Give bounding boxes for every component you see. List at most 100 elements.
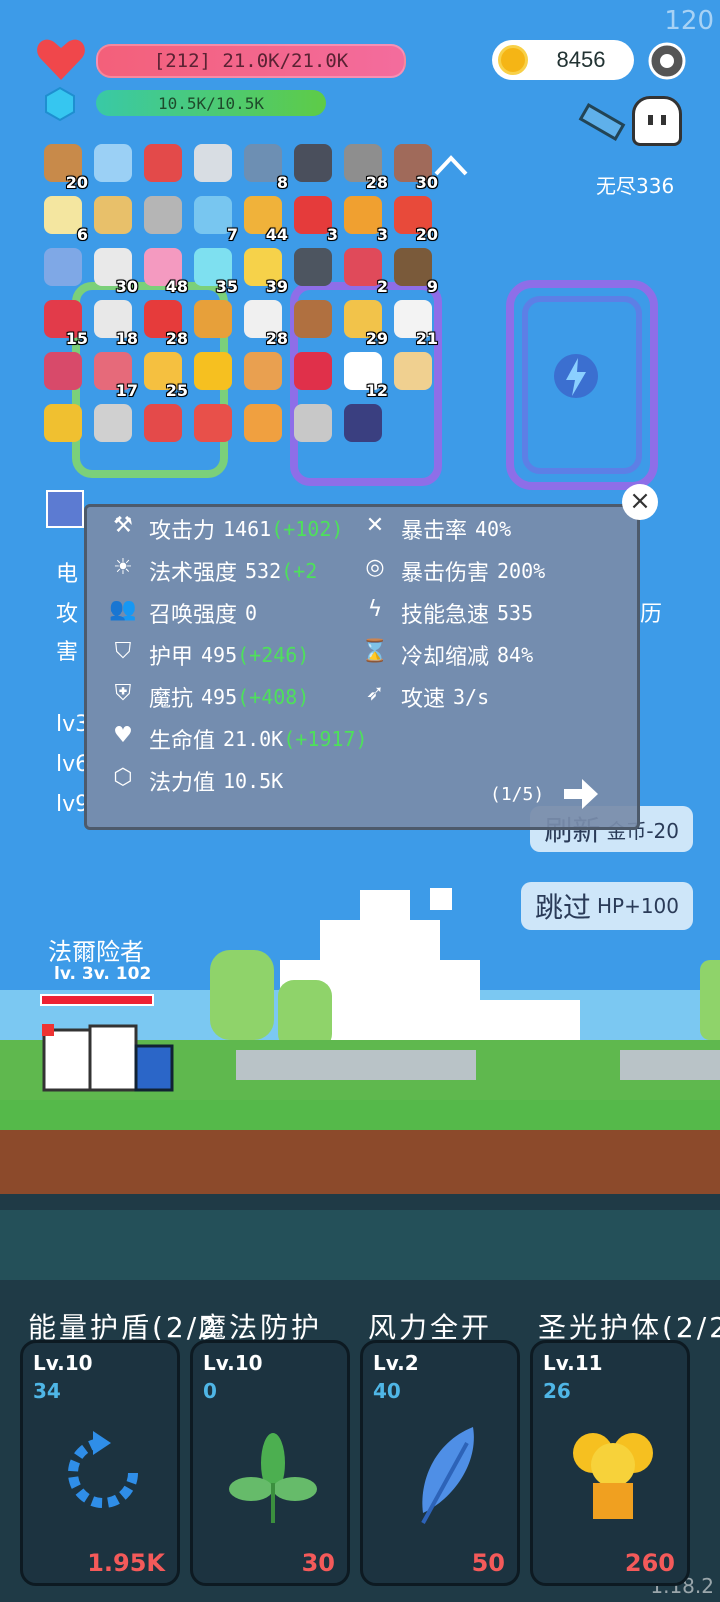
crit-icon: ✕ [365, 513, 385, 538]
skip-button[interactable]: 跳过 HP+100 [520, 882, 693, 930]
hammer-icon[interactable] [290, 400, 336, 446]
red-card-icon[interactable]: 28 [140, 296, 188, 348]
robe-icon[interactable] [40, 244, 86, 290]
skill-level: Lv.11 [543, 1351, 603, 1375]
dice-icon[interactable]: 28 [240, 296, 288, 348]
hero-party-sprite[interactable] [38, 1022, 178, 1098]
item-count: 28 [265, 329, 288, 348]
shield-wood-icon[interactable]: 20 [40, 140, 88, 192]
item-image [294, 144, 332, 182]
sun-orb-icon[interactable] [190, 348, 236, 394]
skill-card[interactable]: Lv.2 40 50 [360, 1340, 520, 1586]
spellbook-icon[interactable]: 3 [340, 192, 388, 244]
water-strip [0, 1210, 720, 1280]
rune-chip-icon[interactable] [46, 490, 84, 528]
scroll-icon[interactable] [90, 192, 136, 238]
gear-icon[interactable] [646, 40, 688, 82]
item-count: 12 [365, 381, 388, 400]
envelope-icon[interactable]: 21 [390, 296, 438, 348]
coconut-icon[interactable]: 9 [390, 244, 438, 296]
sock-icon[interactable]: 20 [390, 192, 438, 244]
lightning-rune-icon [554, 354, 598, 398]
skill-count: 34 [33, 1379, 61, 1403]
item-count: 29 [365, 329, 388, 348]
sparkle-icon[interactable]: 18 [90, 296, 138, 348]
mp-bar: 10.5K/10.5K [96, 90, 326, 116]
item-image [44, 248, 82, 286]
sword-blue-icon[interactable]: 8 [240, 140, 288, 192]
skill-card[interactable]: Lv.10 34 1.95K [20, 1340, 180, 1586]
sword-mode-icon[interactable] [576, 100, 628, 146]
item-image [44, 352, 82, 390]
stat-label: 攻速 [401, 687, 446, 712]
skill-level: Lv.2 [373, 1351, 419, 1375]
ring-icon[interactable] [40, 400, 86, 446]
viking-helmet-icon[interactable] [140, 192, 186, 238]
axe-icon[interactable] [90, 400, 136, 446]
ghost-mode-icon[interactable] [632, 96, 682, 146]
stat-value: 10.5K [223, 769, 284, 793]
meteor-icon[interactable] [190, 296, 236, 342]
bow-icon: ➶ [365, 681, 385, 706]
stat-value: 495 [201, 685, 238, 709]
item-image [194, 144, 232, 182]
skill-card[interactable]: Lv.10 0 30 [190, 1340, 350, 1586]
item-count: 9 [426, 277, 438, 296]
leaf-icon [223, 1413, 323, 1533]
id-card-icon[interactable] [240, 348, 286, 394]
magnet-icon[interactable] [140, 140, 186, 186]
stat-value: 495 [201, 643, 238, 667]
stat-row: ⛨ 魔抗 495 (+408) [107, 681, 310, 713]
pill-icon[interactable]: 17 [90, 348, 138, 400]
treasure-map-icon[interactable] [390, 348, 436, 394]
mana-gem-icon: ⬡ [113, 765, 133, 790]
item-image [394, 352, 432, 390]
ghost-icon[interactable]: 12 [340, 348, 388, 400]
ice-cream-icon[interactable]: 48 [140, 244, 188, 296]
endless-mode-label: 无尽336 [596, 174, 675, 198]
wand-icon[interactable]: 35 [190, 244, 238, 296]
heart-icon: ♥ [113, 723, 133, 748]
close-icon: × [629, 486, 651, 516]
skip-label: 跳过 [534, 891, 591, 924]
spike-ball-icon[interactable]: 28 [340, 140, 388, 192]
crown-icon[interactable] [240, 400, 286, 446]
hood-icon[interactable] [290, 244, 336, 290]
chevron-up-icon[interactable] [432, 150, 472, 180]
item-image [94, 404, 132, 442]
meat-icon[interactable] [290, 296, 336, 342]
empty-slot-icon[interactable] [90, 140, 136, 186]
coin-icon [498, 45, 528, 75]
watermelon-icon[interactable]: 2 [340, 244, 388, 296]
stat-label: 暴击率 [401, 519, 468, 544]
ruby-icon[interactable] [290, 348, 336, 394]
skill-card[interactable]: Lv.11 26 260 [530, 1340, 690, 1586]
hook-icon[interactable] [140, 400, 186, 446]
notepad-icon[interactable]: 29 [340, 296, 388, 348]
tombstone-icon[interactable]: 30 [390, 140, 438, 192]
bible-icon[interactable] [340, 400, 386, 446]
sword-icon[interactable] [190, 140, 236, 186]
sneaker-icon[interactable] [190, 400, 236, 446]
potion-flask-icon[interactable]: 7 [190, 192, 238, 244]
item-count: 2 [376, 277, 388, 296]
next-arrow-icon[interactable] [560, 776, 600, 812]
crit-damage-icon: ◎ [365, 555, 385, 580]
jam-jar-icon[interactable] [40, 348, 86, 394]
feather-icon [393, 1413, 493, 1533]
golden-egg-icon[interactable]: 44 [240, 192, 288, 244]
flower-icon[interactable]: 6 [40, 192, 88, 244]
playing-cards-icon[interactable]: 30 [90, 244, 138, 296]
skull-book-icon[interactable] [290, 140, 336, 186]
battery-icon[interactable]: 39 [240, 244, 288, 296]
item-count: 39 [265, 277, 288, 296]
apple-icon[interactable]: 3 [290, 192, 338, 244]
cheese-icon[interactable]: 25 [140, 348, 188, 400]
coin-counter: 8456 [492, 40, 634, 80]
hero-name: 法爾险者 [48, 938, 144, 966]
item-image [244, 352, 282, 390]
close-button[interactable]: × [622, 484, 658, 520]
bg-text-1: 电 [56, 562, 79, 587]
strawberry-icon[interactable]: 15 [40, 296, 88, 348]
stat-label: 暴击伤害 [401, 561, 490, 586]
